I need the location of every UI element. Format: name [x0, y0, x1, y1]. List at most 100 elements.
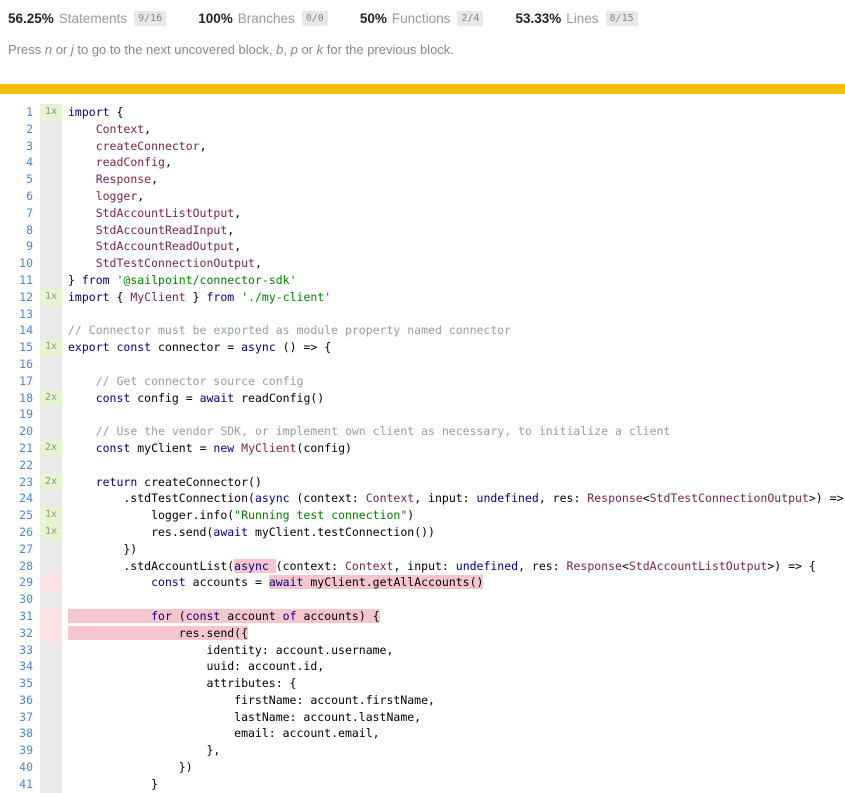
code-token: async — [255, 491, 290, 505]
code-line: Context, — [68, 121, 151, 138]
code-line-row: 7 StdAccountListOutput, — [0, 205, 845, 222]
line-number[interactable]: 16 — [0, 356, 33, 373]
line-number[interactable]: 10 — [0, 255, 33, 272]
line-number[interactable]: 34 — [0, 658, 33, 675]
code-line: for (const account of accounts) { — [68, 608, 380, 625]
line-number[interactable]: 31 — [0, 608, 33, 625]
code-line-row: 36 firstName: account.firstName, — [0, 692, 845, 709]
code-token: const — [151, 575, 186, 589]
code-token: res.send( — [68, 525, 213, 539]
code-token: }, — [68, 743, 220, 757]
code-token: Response — [587, 491, 642, 505]
line-number[interactable]: 1 — [0, 104, 33, 121]
execution-count — [40, 541, 62, 558]
line-number[interactable]: 8 — [0, 222, 33, 239]
line-number[interactable]: 9 — [0, 238, 33, 255]
line-number[interactable]: 19 — [0, 406, 33, 423]
code-token: attributes: { — [68, 676, 296, 690]
line-number[interactable]: 38 — [0, 725, 33, 742]
execution-count: 2x — [40, 390, 62, 407]
code-token: import — [68, 290, 110, 304]
line-number[interactable]: 17 — [0, 373, 33, 390]
line-number[interactable]: 29 — [0, 574, 33, 591]
line-number[interactable]: 28 — [0, 558, 33, 575]
code-token: >) => { — [767, 559, 815, 573]
line-number[interactable]: 27 — [0, 541, 33, 558]
code-token: myClient = — [130, 441, 213, 455]
code-line: attributes: { — [68, 675, 296, 692]
line-number[interactable]: 18 — [0, 390, 33, 407]
code-token: const — [96, 441, 131, 455]
code-line-row: 5 Response, — [0, 171, 845, 188]
code-token: return — [96, 475, 138, 489]
code-token — [68, 122, 96, 136]
code-line: firstName: account.firstName, — [68, 692, 435, 709]
line-number[interactable]: 6 — [0, 188, 33, 205]
code-line-row: 3 createConnector, — [0, 138, 845, 155]
line-number[interactable]: 14 — [0, 322, 33, 339]
line-number[interactable]: 37 — [0, 709, 33, 726]
code-token: readConfig — [96, 155, 165, 169]
line-number[interactable]: 22 — [0, 457, 33, 474]
code-line-row: 17 // Get connector source config — [0, 373, 845, 390]
code-token: import — [68, 105, 110, 119]
line-number[interactable]: 26 — [0, 524, 33, 541]
line-number[interactable]: 41 — [0, 776, 33, 793]
line-number[interactable]: 35 — [0, 675, 33, 692]
keyboard-shortcut-hint: Press n or j to go to the next uncovered… — [8, 42, 835, 58]
code-token: , — [255, 256, 262, 270]
execution-count — [40, 171, 62, 188]
code-line-row: 35 attributes: { — [0, 675, 845, 692]
line-number[interactable]: 2 — [0, 121, 33, 138]
execution-count — [40, 322, 62, 339]
code-token: from — [82, 273, 110, 287]
shortcut-key: n — [45, 42, 52, 57]
line-number[interactable]: 39 — [0, 742, 33, 759]
line-number[interactable]: 12 — [0, 289, 33, 306]
execution-count — [40, 121, 62, 138]
execution-count — [40, 742, 62, 759]
shortcut-key: p — [291, 42, 298, 57]
code-comment: // Connector must be exported as module … — [68, 323, 511, 337]
execution-count: 2x — [40, 474, 62, 491]
line-number[interactable]: 23 — [0, 474, 33, 491]
line-number[interactable]: 11 — [0, 272, 33, 289]
line-number[interactable]: 13 — [0, 306, 33, 323]
line-number[interactable]: 33 — [0, 642, 33, 659]
code-line-row: 16 — [0, 356, 845, 373]
line-number[interactable]: 30 — [0, 591, 33, 608]
metric-label: Functions — [392, 11, 451, 26]
code-token — [68, 475, 96, 489]
code-token: await — [213, 525, 248, 539]
line-number[interactable]: 15 — [0, 339, 33, 356]
line-number[interactable]: 40 — [0, 759, 33, 776]
code-token: const — [116, 340, 151, 354]
metric-percentage: 50% — [360, 11, 387, 26]
code-line-row: 19 — [0, 406, 845, 423]
code-line-row: 15 1x export const connector = async () … — [0, 339, 845, 356]
line-number[interactable]: 32 — [0, 625, 33, 642]
line-number[interactable]: 36 — [0, 692, 33, 709]
uncovered-code-token: ( — [172, 609, 186, 623]
code-line-row: 27 }) — [0, 541, 845, 558]
line-number[interactable]: 25 — [0, 507, 33, 524]
code-line-row: 4 readConfig, — [0, 154, 845, 171]
execution-count: 1x — [40, 524, 62, 541]
metric-statements: 56.25% Statements 9/16 — [8, 11, 166, 26]
line-number[interactable]: 21 — [0, 440, 33, 457]
code-token: await — [200, 391, 235, 405]
code-token: , — [234, 239, 241, 253]
line-number[interactable]: 24 — [0, 490, 33, 507]
code-line-row: 18 2x const config = await readConfig() — [0, 390, 845, 407]
execution-count — [40, 725, 62, 742]
code-token: , — [234, 206, 241, 220]
code-line-row: 39 }, — [0, 742, 845, 759]
execution-count — [40, 558, 62, 575]
line-number[interactable]: 3 — [0, 138, 33, 155]
code-line: StdAccountListOutput, — [68, 205, 241, 222]
line-number[interactable]: 5 — [0, 171, 33, 188]
line-number[interactable]: 20 — [0, 423, 33, 440]
execution-count — [40, 608, 62, 625]
line-number[interactable]: 4 — [0, 154, 33, 171]
line-number[interactable]: 7 — [0, 205, 33, 222]
